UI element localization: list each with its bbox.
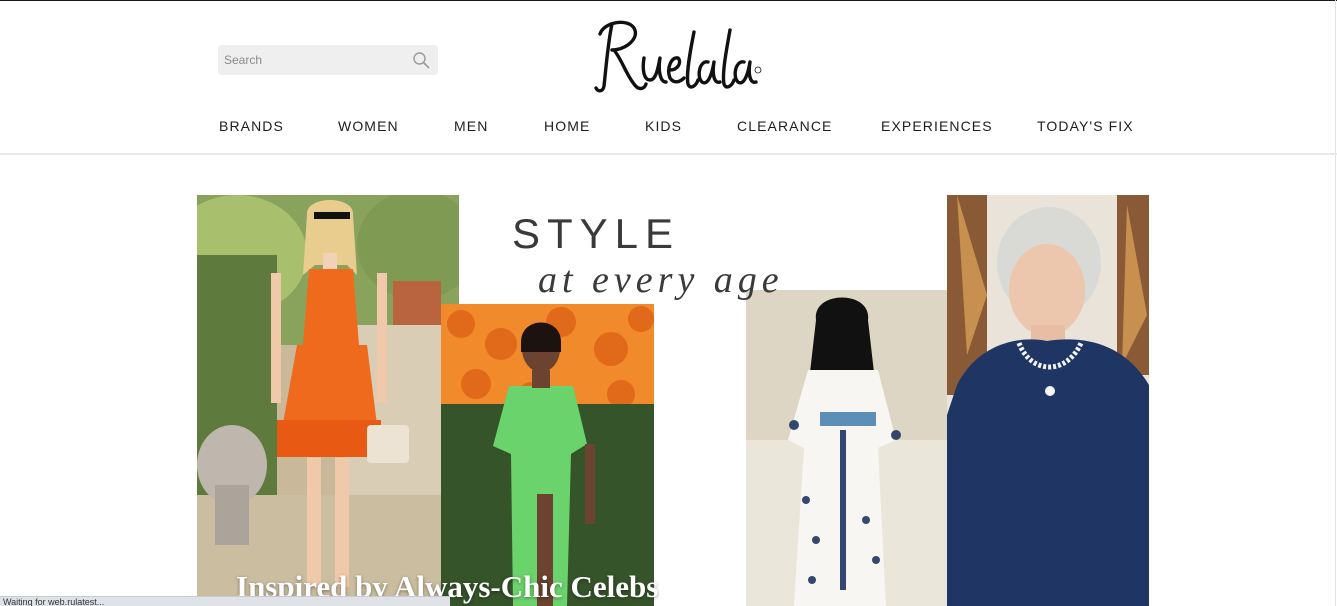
browser-status-bar: Waiting for web.rulatest...: [0, 596, 450, 606]
hero-banner[interactable]: STYLE at every age Inspired by Always-Ch…: [0, 0, 1337, 606]
hero-subtitle: at every age: [538, 259, 784, 301]
celeb-photo-green-dress: [441, 304, 654, 606]
celeb-photo-navy-dress: [947, 195, 1149, 606]
celeb-photo-orange-dress: [197, 195, 459, 606]
celeb-photo-white-dress: [746, 290, 948, 606]
hero-title: STYLE: [512, 210, 681, 257]
